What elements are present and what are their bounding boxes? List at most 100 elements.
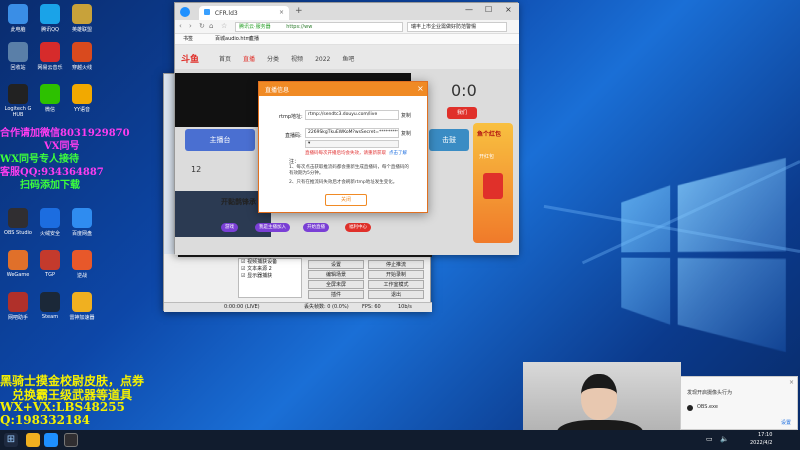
maximize-button[interactable]: ☐ — [485, 5, 492, 14]
desktop-icon[interactable]: 此电脑 — [0, 4, 36, 33]
site-nav-item[interactable]: 分类 — [267, 56, 279, 63]
desktop-icon[interactable]: OBS Studio — [0, 208, 36, 236]
obs-source-item[interactable]: ☑ 视频捕获设备 — [239, 259, 301, 266]
site-nav-item[interactable]: 视频 — [291, 56, 303, 63]
search-hint: 瑞丰上市企业需做好防范警惕 — [411, 24, 477, 30]
red-action-button[interactable]: 我们 — [447, 107, 477, 119]
desktop-icon[interactable]: 逆战 — [64, 250, 100, 279]
site-nav-item[interactable]: 鱼吧 — [342, 56, 354, 63]
desktop-icon[interactable]: Logitech G HUB — [0, 84, 36, 118]
back-icon[interactable]: ‹ — [179, 22, 182, 30]
star-icon[interactable]: ☆ — [221, 22, 227, 30]
dialog-close-icon[interactable]: × — [417, 84, 424, 93]
notification-title: 发现开启摄像头行为 — [687, 390, 733, 396]
pill-button[interactable]: 游戏 — [221, 223, 238, 232]
obs-bitrate: 10b/s — [398, 304, 412, 310]
notification-action[interactable]: 设置 — [781, 419, 791, 426]
learn-more-link[interactable]: 点击了解 — [389, 150, 407, 156]
banner-left[interactable]: 主播台 — [185, 129, 255, 151]
camera-notification[interactable]: 发现开启摄像头行为 × OBS.exe 设置 — [680, 376, 798, 430]
start-button[interactable]: ⊞ — [4, 433, 18, 447]
desktop-icon[interactable]: 英雄联盟 — [64, 4, 100, 33]
obs-button[interactable]: 开始录制 — [368, 270, 424, 279]
volume-icon[interactable]: 🔈 — [720, 435, 729, 443]
pill-button[interactable]: 开始直播 — [303, 223, 329, 232]
obs-button[interactable]: 全屏未屏 — [308, 280, 364, 289]
desktop-icon[interactable]: 微信 — [32, 84, 68, 113]
desktop-icon[interactable]: 网吧助手 — [0, 292, 36, 321]
notification-close-icon[interactable]: × — [789, 379, 794, 386]
site-nav-item[interactable]: 2022 — [315, 56, 330, 63]
site-nav-item[interactable]: 首页 — [219, 56, 231, 63]
steam-icon — [40, 292, 60, 312]
copy-key-button[interactable]: 复制 — [401, 130, 411, 137]
taskbar-obs-icon[interactable] — [64, 433, 78, 447]
tab-close-icon[interactable]: × — [279, 9, 284, 16]
obs-button[interactable]: 停止推流 — [368, 260, 424, 269]
desktop-icon[interactable]: TGP — [32, 250, 68, 278]
clock-date[interactable]: 2022/4/2 — [750, 440, 772, 446]
site-nav-item[interactable]: 直播 — [243, 56, 255, 63]
home-icon[interactable]: ⌂ — [209, 22, 213, 30]
desktop-icon-label: 百度网盘 — [71, 231, 92, 237]
side-promo[interactable]: 鱼个红包 开红包 — [473, 123, 513, 243]
taskbar-app-1-icon[interactable] — [26, 433, 40, 447]
desktop-icon-label: TGP — [45, 272, 55, 278]
desktop-icon-label: 此电脑 — [10, 27, 26, 33]
obs-button[interactable]: 工作室模式 — [368, 280, 424, 289]
pill-button[interactable]: 福利中心 — [345, 223, 371, 232]
taskbar: ⊞ 17:10 2022/4/2 🔈 ▭ — [0, 430, 800, 450]
bookmark-1[interactable]: 书签 — [183, 34, 193, 44]
desktop-icon[interactable]: Steam — [32, 292, 68, 320]
note-2: 2、只有在推流码失效后才会刷新rtmp地址发生变化。 — [289, 180, 398, 185]
network-icon[interactable]: ▭ — [706, 435, 713, 443]
wegame-icon — [8, 250, 28, 270]
browser-tab[interactable]: CFR.ld3 × — [199, 6, 289, 20]
obs-button[interactable]: 插件 — [308, 290, 364, 299]
desktop-icon[interactable]: 雷神加速器 — [64, 292, 100, 321]
forward-icon[interactable]: › — [189, 22, 192, 30]
desktop-icon[interactable]: 穿越火线 — [64, 42, 100, 71]
obs-button[interactable]: 设置 — [308, 260, 364, 269]
side-tag: 鱼个红包 — [477, 131, 502, 138]
taskbar-browser-icon[interactable] — [44, 433, 58, 447]
desktop-icon[interactable]: WeGame — [0, 250, 36, 278]
bookmark-2[interactable]: 百城audio.html — [215, 34, 252, 44]
obs-button[interactable]: 退出 — [368, 290, 424, 299]
clock-time[interactable]: 17:10 — [758, 432, 772, 438]
desktop-icon[interactable]: YY语音 — [64, 84, 100, 113]
address-bar[interactable]: 腾讯云·服务器 https://ww — [235, 22, 403, 32]
copy-rtmp-button[interactable]: 复制 — [401, 112, 411, 119]
key-input[interactable]: 2269SkgTkuEWKoM?wsSecret=************* — [305, 128, 399, 138]
close-button[interactable]: × — [505, 5, 512, 14]
minimize-button[interactable]: — — [465, 5, 473, 14]
new-tab-button[interactable]: + — [295, 6, 303, 16]
dialog-header: 直播信息 × — [259, 82, 427, 96]
desktop-icon-label: 腾讯QQ — [41, 27, 59, 33]
rtmp-input[interactable]: rtmp://sendtc3.douyu.com/live — [305, 110, 399, 120]
desktop-icon[interactable]: 腾讯QQ — [32, 4, 68, 33]
desktop-icon[interactable]: 火绒安全 — [32, 208, 68, 237]
desktop-icon-label: Logitech G HUB — [4, 106, 32, 118]
desktop-icon[interactable]: 百度网盘 — [64, 208, 100, 237]
tgp-icon — [40, 250, 60, 270]
dialog-title: 直播信息 — [265, 87, 290, 94]
obs-source-item[interactable]: ☑ 显示器捕获 — [239, 273, 301, 280]
pill-button[interactable]: 我是主播加入 — [255, 223, 290, 232]
dialog-close-button[interactable]: 关闭 — [325, 194, 367, 206]
desktop-icon-label: OBS Studio — [4, 230, 32, 236]
obs-button[interactable]: 编辑场景 — [308, 270, 364, 279]
browser-logo-icon[interactable] — [180, 7, 190, 17]
desktop-icon[interactable]: 网易云音乐 — [32, 42, 68, 71]
refresh-icon[interactable]: ↻ — [199, 22, 205, 30]
banner-right[interactable]: 击鼓 — [429, 129, 469, 151]
search-box[interactable]: 瑞丰上市企业需做好防范警惕 — [407, 22, 507, 32]
music-icon — [40, 42, 60, 62]
desktop-icon[interactable]: 回收站 — [0, 42, 36, 71]
obs-source-item[interactable]: ☑ 文本来源 2 — [239, 266, 301, 273]
obs-live-time: 0:00:00 (LIVE) — [224, 304, 260, 310]
bookmark-3[interactable]: 直播 — [249, 34, 259, 44]
yy-icon — [72, 84, 92, 104]
key-select[interactable]: ▾ — [305, 140, 399, 148]
site-logo[interactable]: 斗鱼 — [181, 52, 199, 65]
